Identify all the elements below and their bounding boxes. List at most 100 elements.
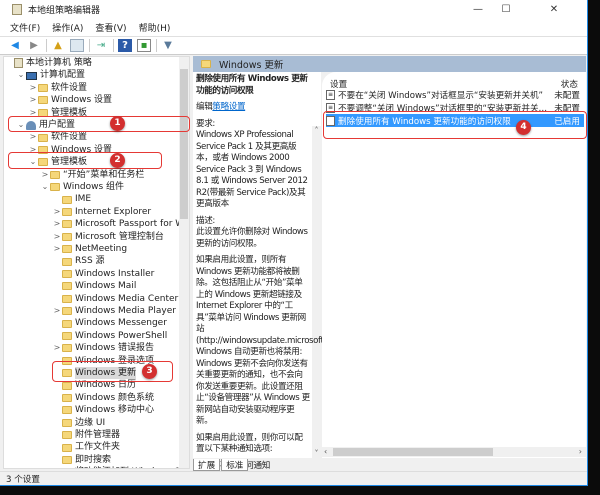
annotation-badge-3: 3 bbox=[142, 364, 157, 379]
expand-arrow-icon[interactable]: > bbox=[52, 206, 62, 218]
tree-item-label: 即时搜索 bbox=[75, 454, 112, 465]
tree-item[interactable]: Windows Installer bbox=[52, 268, 154, 280]
tree-item[interactable]: > Internet Explorer bbox=[52, 206, 151, 218]
tab-standard[interactable]: 标准 bbox=[221, 459, 249, 471]
maximize-button[interactable]: ☐ bbox=[492, 0, 520, 19]
tree-item[interactable]: > “开始”菜单和任务栏 bbox=[40, 169, 145, 181]
category-header: Windows 更新 bbox=[193, 56, 586, 72]
expand-arrow-icon[interactable]: > bbox=[52, 218, 62, 230]
list-horizontal-scrollbar[interactable]: ‹ › bbox=[322, 447, 586, 457]
tree-item-label: 工作文件夹 bbox=[75, 442, 121, 453]
setting-row[interactable]: ≡ 不要在“关闭 Windows”对话框显示“安装更新并关机” 未配置 bbox=[326, 88, 584, 101]
folder-icon bbox=[38, 96, 48, 105]
tree-item-label: NetMeeting bbox=[75, 244, 128, 254]
minimize-button[interactable]: — bbox=[464, 0, 492, 19]
menu-action[interactable]: 操作(A) bbox=[52, 21, 83, 34]
tree-item[interactable]: ⌄ Windows 组件 bbox=[40, 181, 124, 193]
folder-icon bbox=[62, 344, 72, 353]
menu-help[interactable]: 帮助(H) bbox=[139, 21, 171, 34]
collapse-arrow-icon[interactable]: ⌄ bbox=[16, 69, 26, 81]
back-icon[interactable]: ◀ bbox=[8, 39, 22, 52]
tree-item[interactable]: 边缘 UI bbox=[52, 417, 105, 429]
folder-icon bbox=[62, 455, 72, 464]
window-title: 本地组策略编辑器 bbox=[28, 6, 101, 16]
expand-arrow-icon[interactable]: > bbox=[52, 243, 62, 255]
tree-item[interactable]: 工作文件夹 bbox=[52, 441, 120, 453]
menu-view[interactable]: 查看(V) bbox=[95, 21, 126, 34]
tree-item[interactable]: 即时搜索 bbox=[52, 454, 111, 466]
description-paragraph: 如果启用此设置，则你可以配置以下某种通知选项: bbox=[196, 432, 303, 455]
expand-arrow-icon[interactable]: > bbox=[28, 94, 38, 106]
properties-icon[interactable]: ▪ bbox=[137, 39, 151, 52]
description-paragraph: 如果启用此设置，则所有 Windows 更新功能都将被删除。这包括阻止从“开始”… bbox=[196, 255, 355, 426]
category-title: Windows 更新 bbox=[219, 60, 284, 71]
tree-item[interactable]: Windows 颜色系统 bbox=[52, 392, 154, 404]
tree-item[interactable]: > Windows 设置 bbox=[28, 94, 112, 106]
tree-item[interactable]: > NetMeeting bbox=[52, 243, 127, 255]
tree-item-label: RSS 源 bbox=[75, 256, 105, 267]
tree-item-label: Windows Messenger bbox=[75, 318, 167, 329]
folder-icon bbox=[62, 431, 72, 440]
description-panel: 删除使用所有 Windows 更新功能的访问权限 编辑策略设置 要求: Windo… bbox=[193, 72, 355, 477]
close-button[interactable]: ✕ bbox=[520, 0, 588, 19]
tree-item-label: Internet Explorer bbox=[75, 206, 152, 217]
tree-item[interactable]: Windows Mail bbox=[52, 280, 136, 292]
tree-item[interactable]: > Windows Media Player bbox=[52, 305, 176, 317]
app-icon bbox=[12, 4, 22, 15]
tree-item[interactable]: Windows 移动中心 bbox=[52, 404, 154, 416]
setting-state: 未配置 bbox=[554, 90, 580, 101]
folder-icon bbox=[62, 220, 72, 229]
tree-item[interactable]: Windows Media Center bbox=[52, 293, 178, 305]
annotation-box-2 bbox=[8, 152, 162, 169]
tree-item[interactable]: 本地计算机 策略 bbox=[4, 57, 92, 69]
description-label: 描述: bbox=[196, 215, 215, 226]
show-hide-tree-icon[interactable] bbox=[70, 39, 84, 52]
tree-item[interactable]: 附件管理器 bbox=[52, 429, 120, 441]
tree-item-label: IME bbox=[75, 194, 92, 205]
expand-arrow-icon[interactable]: > bbox=[28, 131, 38, 143]
filter-icon[interactable]: ▼ bbox=[161, 39, 175, 52]
menu-file[interactable]: 文件(F) bbox=[10, 21, 40, 34]
expand-arrow-icon[interactable]: > bbox=[52, 231, 62, 243]
description-text: 此设置允许你删除对 Windows 更新的访问权限。 bbox=[196, 227, 308, 249]
annotation-box-1 bbox=[8, 116, 190, 132]
forward-icon[interactable]: ▶ bbox=[27, 39, 41, 52]
up-folder-icon[interactable]: ▲ bbox=[51, 39, 65, 52]
toolbar-separator bbox=[113, 39, 114, 52]
expand-arrow-icon[interactable]: > bbox=[52, 342, 62, 354]
tree-item-label: 本地计算机 策略 bbox=[26, 58, 92, 68]
tree-item[interactable]: > Microsoft 管理控制台 bbox=[52, 231, 164, 243]
folder-icon bbox=[62, 319, 72, 328]
folder-icon bbox=[62, 381, 72, 390]
description-scrollbar[interactable]: ˄ ˅ bbox=[312, 126, 321, 458]
tab-extended[interactable]: 扩展 bbox=[193, 459, 221, 471]
tree-item-label: Windows Media Player bbox=[75, 306, 176, 316]
toolbar: ◀ ▶ ▲ ⇥ ? ▪ ▼ bbox=[0, 37, 587, 55]
tree-item[interactable]: > Microsoft Passport for Work bbox=[52, 218, 189, 230]
edit-policy-link[interactable]: 策略设置 bbox=[212, 102, 245, 112]
tree-item[interactable]: IME bbox=[52, 193, 91, 205]
tree-item-label: Windows 错误报告 bbox=[75, 343, 155, 354]
requirements-text: Windows XP Professional Service Pack 1 及… bbox=[196, 130, 308, 209]
folder-icon bbox=[62, 331, 72, 340]
tree-item[interactable]: Windows PowerShell bbox=[52, 330, 167, 342]
help-icon[interactable]: ? bbox=[118, 39, 132, 52]
tree-item-label: “开始”菜单和任务栏 bbox=[63, 169, 145, 180]
tree-item[interactable]: > 软件设置 bbox=[28, 131, 87, 143]
expand-arrow-icon[interactable]: > bbox=[40, 169, 50, 181]
folder-icon bbox=[62, 418, 72, 427]
tree-item-label: Microsoft 管理控制台 bbox=[75, 231, 164, 242]
tree-item[interactable]: RSS 源 bbox=[52, 255, 105, 267]
folder-icon bbox=[62, 207, 72, 216]
tree-item[interactable]: ⌄ 计算机配置 bbox=[16, 69, 85, 81]
expand-arrow-icon[interactable]: > bbox=[28, 82, 38, 94]
tree-item[interactable]: > Windows 错误报告 bbox=[52, 342, 154, 354]
tree-item[interactable]: Windows Messenger bbox=[52, 317, 167, 329]
tree-item[interactable]: > 软件设置 bbox=[28, 82, 87, 94]
collapse-arrow-icon[interactable]: ⌄ bbox=[40, 181, 50, 193]
tree-item[interactable]: 将功能添加到 Windows 10 bbox=[52, 466, 186, 468]
folder-icon bbox=[62, 406, 72, 415]
expand-arrow-icon[interactable]: > bbox=[52, 305, 62, 317]
export-list-icon[interactable]: ⇥ bbox=[94, 39, 108, 52]
tree-item-label: Windows PowerShell bbox=[75, 330, 168, 341]
